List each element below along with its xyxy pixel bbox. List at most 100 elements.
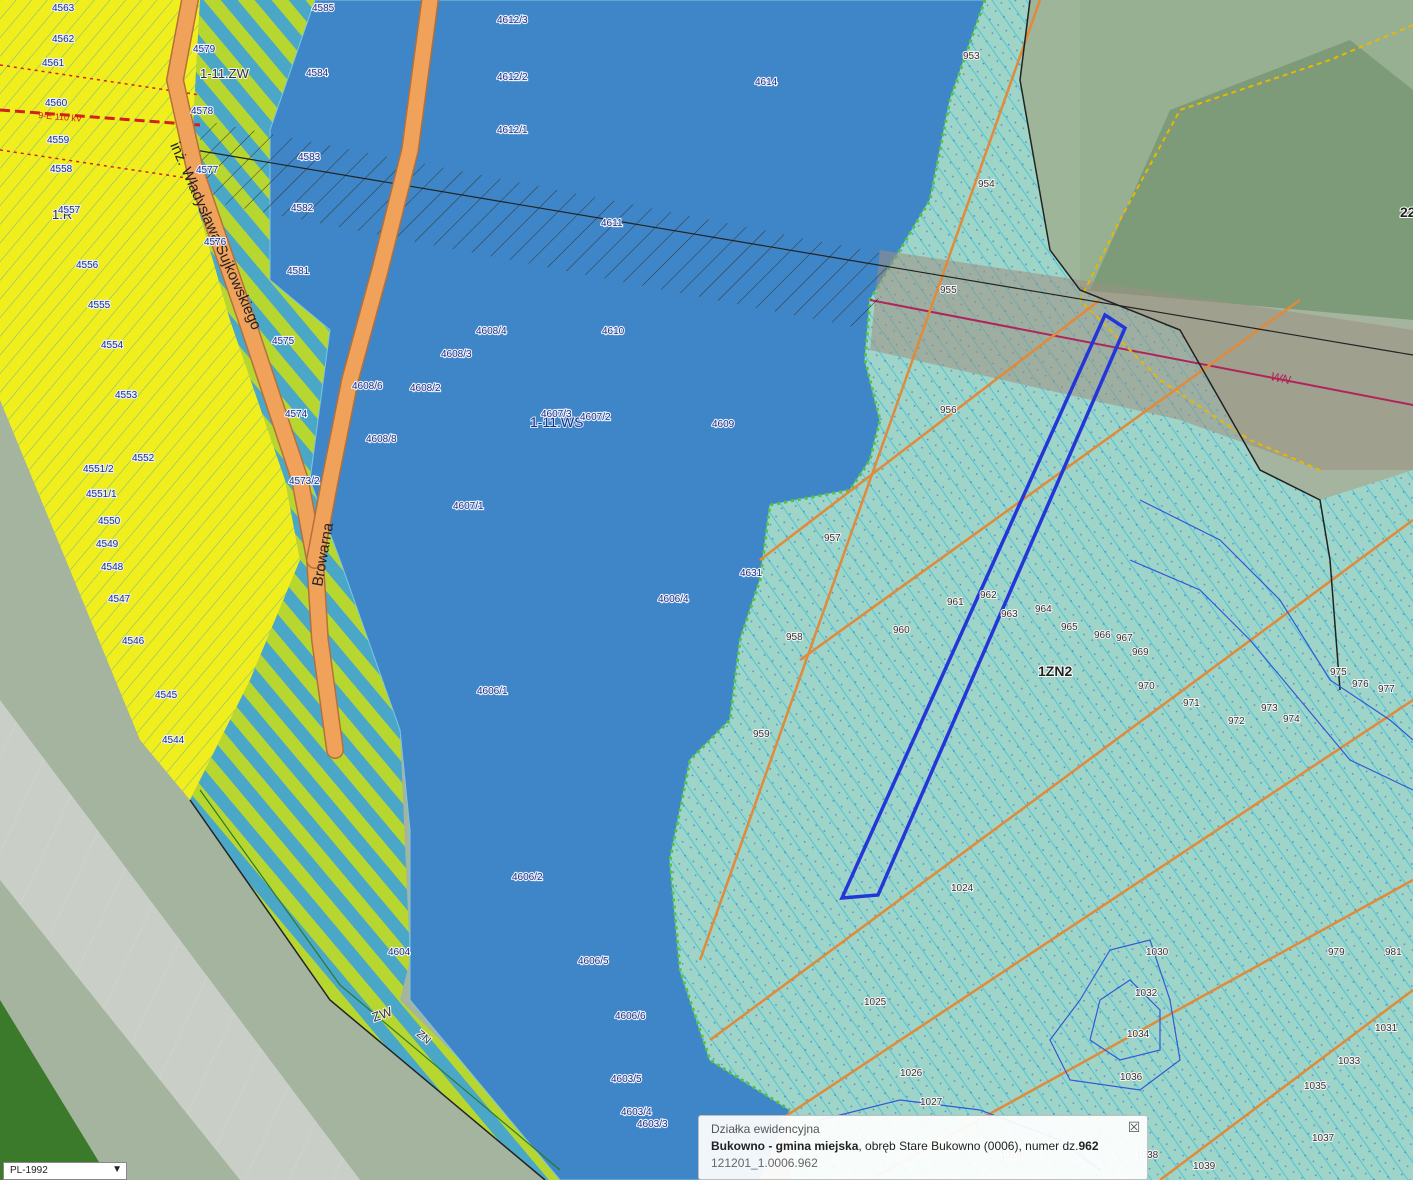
plot-label: 4577 <box>196 165 219 176</box>
plot-label: 4608/4 <box>476 326 507 337</box>
plot-label: 4607/2 <box>580 412 611 423</box>
plot-label: 4552 <box>132 453 155 464</box>
plot-label: 1031 <box>1375 1023 1398 1034</box>
plot-label: 4575 <box>272 336 295 347</box>
plot-label: 1039 <box>1193 1161 1216 1172</box>
plot-label: 963 <box>1001 609 1018 620</box>
plot-label: 4547 <box>108 594 131 605</box>
plot-label: 1035 <box>1304 1081 1327 1092</box>
plot-label: 955 <box>940 285 957 296</box>
plot-label: 4607/1 <box>453 501 484 512</box>
plot-label: 1026 <box>900 1068 923 1079</box>
plot-label: 4585 <box>312 3 335 14</box>
zone-label-1-11ZW: 1-11.ZW <box>200 66 250 81</box>
plot-label: 979 <box>1328 947 1345 958</box>
popup-parcel-line: Bukowno - gmina miejska, obręb Stare Buk… <box>711 1139 1135 1153</box>
plot-label: 1037 <box>1312 1133 1335 1144</box>
plot-label: 4611 <box>601 218 623 229</box>
plot-label: 1034 <box>1127 1029 1150 1040</box>
plot-label: 4561 <box>42 58 65 69</box>
crs-select[interactable]: PL-1992 ▼ <box>3 1162 127 1180</box>
plot-label: 4557 <box>58 205 81 216</box>
crs-select-value: PL-1992 <box>10 1165 48 1176</box>
plot-label: 4584 <box>306 68 329 79</box>
plot-label: 4549 <box>96 539 119 550</box>
plot-label: 4610 <box>602 326 625 337</box>
zone-label-1ZN2: 1ZN2 <box>1038 663 1072 679</box>
plot-label: 4606/5 <box>578 956 609 967</box>
plot-label: 4554 <box>101 340 124 351</box>
plot-label: 958 <box>786 632 803 643</box>
plot-label: 4551/1 <box>86 489 117 500</box>
plot-label: 974 <box>1283 714 1300 725</box>
plot-label: 4563 <box>52 3 75 14</box>
plot-label: 4546 <box>122 636 145 647</box>
plot-label: 961 <box>947 597 964 608</box>
plot-label: 4574 <box>285 409 308 420</box>
plot-label: 975 <box>1330 667 1347 678</box>
plot-label: 970 <box>1138 681 1155 692</box>
parcel-info-popup: Działka ewidencyjna Bukowno - gmina miej… <box>698 1115 1148 1180</box>
plot-label: 1024 <box>951 883 974 894</box>
plot-label: 4562 <box>52 34 75 45</box>
plot-label: 4606/4 <box>658 594 689 605</box>
plot-label: 4606/6 <box>615 1011 646 1022</box>
zone-label-22: 22 <box>1400 204 1413 220</box>
plot-label: 973 <box>1261 703 1278 714</box>
plot-label: 954 <box>978 179 995 190</box>
plot-label: 4582 <box>291 203 314 214</box>
plot-label: 4609 <box>712 419 735 430</box>
plot-label: 1036 <box>1120 1072 1143 1083</box>
plot-label: 4612/1 <box>497 125 528 136</box>
plot-label: 1033 <box>1338 1056 1361 1067</box>
plot-label: 1025 <box>864 997 887 1008</box>
plot-label: 4558 <box>50 164 73 175</box>
plot-label: 4603/3 <box>637 1119 668 1130</box>
plot-label: 4560 <box>45 98 68 109</box>
plot-label: 4544 <box>162 735 185 746</box>
plot-label: 960 <box>893 625 910 636</box>
popup-precinct: , obręb Stare Bukowno (0006), numer dz. <box>858 1139 1079 1153</box>
plot-label: 4579 <box>193 44 216 55</box>
plot-label: 1032 <box>1135 988 1158 999</box>
plot-label: 4576 <box>204 237 227 248</box>
plot-label: 4603/5 <box>611 1074 642 1085</box>
plot-label: 962 <box>980 590 997 601</box>
plot-label: 4604 <box>388 947 411 958</box>
plot-label: 4548 <box>101 562 124 573</box>
map-canvas[interactable]: inż. Władysława Sujkowskiego Browarna 1.… <box>0 0 1413 1180</box>
plot-label: 4553 <box>115 390 138 401</box>
plot-label: 969 <box>1132 647 1149 658</box>
plot-label: 4631 <box>740 568 763 579</box>
plot-label: 4608/2 <box>410 383 441 394</box>
plot-label: 4606/2 <box>512 872 543 883</box>
plot-label: 4614 <box>755 77 778 88</box>
plot-label: 4612/3 <box>497 15 528 26</box>
plot-label: 1027 <box>920 1097 943 1108</box>
close-icon[interactable]: ☒ <box>1127 1120 1141 1134</box>
plot-label: 1030 <box>1146 947 1169 958</box>
plot-label: 967 <box>1116 633 1133 644</box>
plot-label: 976 <box>1352 679 1369 690</box>
plot-label: 4608/6 <box>352 381 383 392</box>
plot-label: 4583 <box>298 152 321 163</box>
popup-plot-number: 962 <box>1078 1139 1099 1153</box>
plot-label: 4603/4 <box>621 1107 652 1118</box>
popup-municipality: Bukowno - gmina miejska <box>711 1139 859 1153</box>
plot-label: 4551/2 <box>83 464 114 475</box>
plot-label: 4608/3 <box>441 349 472 360</box>
chevron-down-icon: ▼ <box>112 1164 122 1175</box>
plot-label: 4559 <box>47 135 70 146</box>
plot-label: 4556 <box>76 260 99 271</box>
plot-label: 4555 <box>88 300 111 311</box>
plot-label: 4607/3 <box>541 409 572 420</box>
plot-label: 4581 <box>287 266 310 277</box>
popup-title: Działka ewidencyjna <box>711 1122 820 1136</box>
plot-label: 4612/2 <box>497 72 528 83</box>
plot-label: 964 <box>1035 604 1052 615</box>
plot-label: 959 <box>753 729 770 740</box>
plot-label: 981 <box>1385 947 1402 958</box>
plot-label: 966 <box>1094 630 1111 641</box>
plot-label: 965 <box>1061 622 1078 633</box>
plot-label: 4608/8 <box>366 434 397 445</box>
